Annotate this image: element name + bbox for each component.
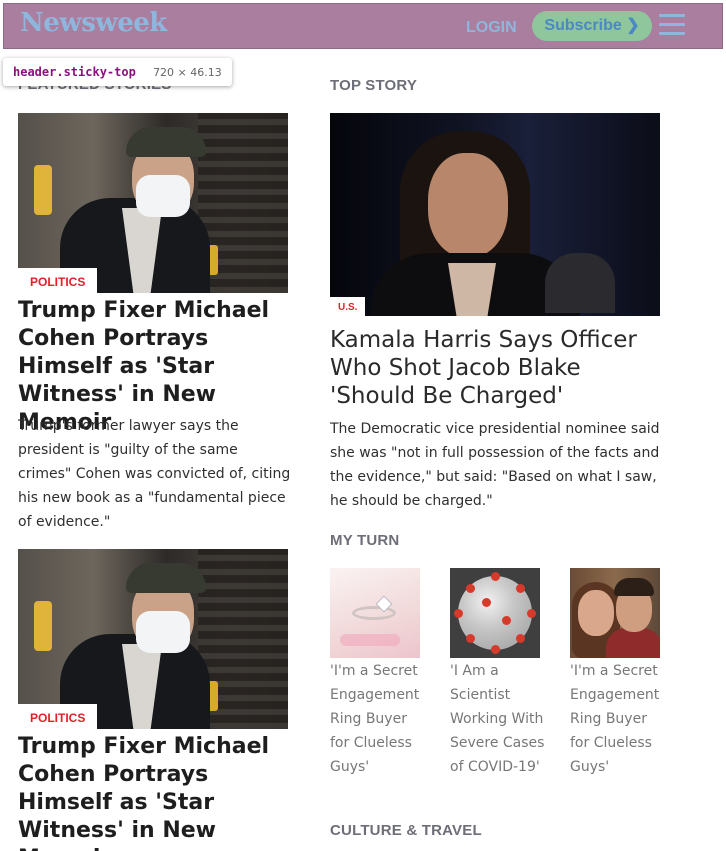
michael-cohen-photo[interactable]: POLITICS: [18, 113, 288, 293]
subscribe-button[interactable]: Subscribe ❯: [532, 11, 652, 41]
tooltip-dimensions: 720 × 46.13: [153, 66, 222, 79]
newsweek-logo[interactable]: Newsweek: [20, 8, 167, 38]
my-turn-title-2[interactable]: 'I Am a Scientist Working With Severe Ca…: [450, 659, 546, 779]
coronavirus-photo[interactable]: [450, 568, 540, 658]
michael-cohen-photo[interactable]: POLITICS: [18, 549, 288, 729]
kamala-harris-photo[interactable]: U.S.: [330, 113, 660, 316]
featured-dek-1: Trump's former lawyer says the president…: [18, 418, 291, 530]
couple-photo[interactable]: [570, 568, 660, 658]
top-story-headline[interactable]: Kamala Harris Says Officer Who Shot Jaco…: [330, 326, 650, 410]
top-story-dek: The Democratic vice presidential nominee…: [330, 421, 660, 509]
my-turn-title-3[interactable]: 'I'm a Secret Engagement Ring Buyer for …: [570, 659, 666, 779]
my-turn-title-1[interactable]: 'I'm a Secret Engagement Ring Buyer for …: [330, 659, 426, 779]
hamburger-menu-icon[interactable]: [659, 14, 685, 38]
login-link[interactable]: LOGIN: [466, 19, 517, 37]
featured-headline-2[interactable]: Trump Fixer Michael Cohen Portrays Himse…: [18, 733, 290, 851]
category-badge[interactable]: U.S.: [330, 297, 366, 316]
tooltip-selector: header.sticky-top: [13, 65, 136, 79]
category-badge[interactable]: POLITICS: [18, 268, 98, 293]
devtools-element-tooltip: header.sticky-top 720 × 46.13: [3, 58, 232, 86]
section-culture-travel[interactable]: CULTURE & TRAVEL: [330, 822, 482, 839]
section-my-turn[interactable]: MY TURN: [330, 532, 399, 549]
site-header: Newsweek LOGIN Subscribe ❯: [3, 3, 723, 49]
category-badge[interactable]: POLITICS: [18, 704, 98, 729]
engagement-ring-photo[interactable]: [330, 568, 420, 658]
section-top-story: TOP STORY: [330, 77, 418, 94]
